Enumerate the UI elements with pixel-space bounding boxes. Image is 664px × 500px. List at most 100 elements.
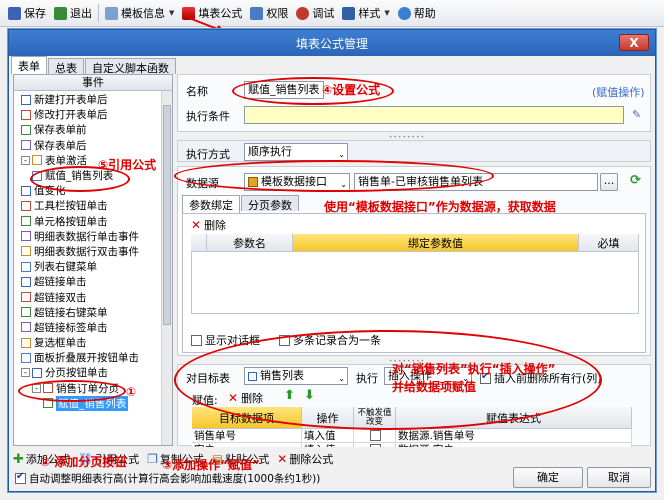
exec-mode-label: 执行方式	[186, 148, 230, 161]
event-icon	[21, 140, 31, 151]
save-icon	[8, 6, 21, 20]
cell-target[interactable]: 客户	[192, 443, 302, 447]
chevron-down-icon: ⌄	[338, 150, 345, 159]
tree-item-label: 超链接右键菜单	[34, 306, 108, 319]
template-icon	[105, 6, 118, 20]
formula-wand-icon[interactable]: ✎	[632, 108, 641, 121]
event-icon	[21, 109, 31, 120]
exec-mode-group: 执行方式 顺序执行 ⌄	[177, 140, 651, 162]
permission-button[interactable]: 权限	[246, 3, 292, 24]
tree-item[interactable]: 超链接单击	[14, 274, 172, 289]
dialog-titlebar: 填表公式管理 X	[9, 30, 655, 56]
tree-item-label: 列表右键菜单	[34, 261, 97, 274]
tree-item[interactable]: 列表右键菜单	[14, 259, 172, 274]
tab-param-binding[interactable]: 参数绑定	[182, 195, 240, 213]
param-subtabs: 参数绑定 分页参数	[182, 195, 300, 213]
tree-item[interactable]: 明细表数据行单击事件	[14, 229, 172, 244]
datasource-group: 数据源 模板数据接口 ⌄ 销售单-已审核销售单列表 ... ⟳ 参数绑定 分页参数…	[177, 166, 651, 356]
col-row-indicator	[191, 234, 207, 252]
cell-no-trigger[interactable]	[354, 443, 396, 447]
tree-scrollbar[interactable]	[161, 91, 172, 445]
assign-op-link[interactable]: (赋值操作)	[592, 84, 645, 100]
template-info-button[interactable]: 模板信息 ▼	[101, 3, 178, 24]
exit-icon	[54, 6, 67, 20]
col-bind-value: 绑定参数值	[293, 234, 579, 252]
tree-item[interactable]: 超链接标签单击	[14, 320, 172, 335]
tree-item[interactable]: 单元格按钮单击	[14, 214, 172, 229]
annotation-set-formula: ④设置公式	[322, 83, 381, 97]
annotation-insert-note-1: 对“销售列表”执行“插入操作”	[392, 362, 556, 376]
col-param-name: 参数名	[207, 234, 293, 252]
tree-item[interactable]: 明细表数据行双击事件	[14, 244, 172, 259]
cancel-button[interactable]: 取消	[587, 467, 651, 488]
splitter-grip[interactable]: ••••••••	[377, 134, 437, 141]
tab-paging-params[interactable]: 分页参数	[241, 195, 299, 212]
assign-table-body: 销售单号填入值数据源.销售单号客户填入值数据源.客户	[192, 429, 632, 447]
delete-icon: ✕	[191, 218, 202, 232]
tree-item[interactable]: 复选框单击	[14, 335, 172, 350]
scrollbar-thumb[interactable]	[163, 105, 171, 325]
cell-expression[interactable]: 数据源.客户	[396, 443, 632, 447]
ok-button[interactable]: 确定	[513, 467, 583, 488]
cell-operation[interactable]: 填入值	[302, 429, 354, 442]
event-icon	[21, 337, 31, 348]
cell-operation[interactable]: 填入值	[302, 443, 354, 447]
tree-item-label: 新建打开表单后	[34, 94, 108, 107]
event-icon	[21, 200, 31, 211]
tree-item[interactable]: - 分页按钮单击	[14, 365, 172, 380]
main-toolbar: 保存 退出 模板信息 ▼ 填表公式 权限 调试 样式 ▼ 帮助	[0, 0, 664, 27]
refresh-icon[interactable]: ⟳	[630, 173, 641, 188]
annotation-step2: ② 添加分页按钮	[40, 455, 127, 469]
tree-item[interactable]: 工具栏按钮单击	[14, 198, 172, 213]
datasource-browse-button[interactable]: ...	[600, 173, 618, 191]
event-icon	[21, 352, 31, 363]
condition-input[interactable]	[244, 106, 624, 124]
delete-formula-button[interactable]: ✕ 删除公式	[277, 451, 333, 467]
delete-icon: ✕	[277, 452, 288, 466]
auto-adjust-checkbox[interactable]: 自动调整明细表行高(计算行高会影响加载速度(1000条约1秒))	[15, 471, 320, 486]
event-tree: 新建打开表单后 修改打开表单后 保存表单前 保存表单后 - 表单激活 赋值_销售列表 值变化工…	[14, 91, 172, 411]
checkbox-icon[interactable]	[370, 444, 381, 447]
tab-custom-script[interactable]: 自定义脚本函数	[85, 58, 176, 75]
save-button[interactable]: 保存	[4, 3, 50, 24]
style-button[interactable]: 样式 ▼	[338, 3, 393, 24]
checkbox-icon	[15, 471, 26, 484]
table-row[interactable]: 销售单号 填入值 数据源.销售单号	[192, 429, 632, 443]
tree-item[interactable]: 超链接双击	[14, 289, 172, 304]
exec-mode-select[interactable]: 顺序执行 ⌄	[244, 143, 348, 161]
annotation-step1: ①	[126, 385, 137, 399]
tree-item[interactable]: 保存表单后	[14, 138, 172, 153]
exit-button[interactable]: 退出	[50, 3, 96, 24]
annotation-insert-note-2: 并给数据项赋值	[392, 380, 477, 394]
param-delete-button[interactable]: ✕ 删除	[191, 217, 226, 233]
debug-button[interactable]: 调试	[292, 3, 338, 24]
name-label: 名称	[186, 85, 208, 98]
close-button[interactable]: X	[619, 34, 649, 51]
cell-expression[interactable]: 数据源.销售单号	[396, 429, 632, 442]
bug-icon	[296, 6, 310, 20]
checkbox-icon[interactable]	[370, 430, 381, 441]
tree-item[interactable]: 面板折叠展开按钮单击	[14, 350, 172, 365]
cell-target[interactable]: 销售单号	[192, 429, 302, 442]
tree-item[interactable]: 超链接右键菜单	[14, 305, 172, 320]
cell-no-trigger[interactable]	[354, 429, 396, 442]
checkbox-icon	[191, 334, 202, 346]
tree-item-label: 工具栏按钮单击	[34, 200, 108, 213]
help-button[interactable]: 帮助	[394, 3, 440, 24]
tree-item-label: 保存表单前	[34, 124, 87, 137]
tab-form[interactable]: 表单	[11, 56, 47, 74]
tree-item-label: 复选框单击	[34, 337, 87, 350]
style-icon	[342, 6, 356, 20]
tree-item[interactable]: 修改打开表单后	[14, 107, 172, 122]
collapse-icon[interactable]: -	[21, 155, 30, 165]
col-required: 必填	[579, 234, 639, 252]
tree-item[interactable]: 保存表单前	[14, 122, 172, 137]
tree-item[interactable]: 新建打开表单后	[14, 92, 172, 107]
tab-summary[interactable]: 总表	[48, 58, 84, 75]
annotation-step3: ③添加操作“赋值”	[162, 458, 260, 472]
tree-item-label: 超链接单击	[34, 276, 87, 289]
table-row[interactable]: 客户填入值 数据源.客户	[192, 443, 632, 447]
event-icon	[21, 231, 31, 242]
collapse-icon[interactable]: -	[21, 368, 30, 378]
permission-icon	[250, 6, 264, 20]
